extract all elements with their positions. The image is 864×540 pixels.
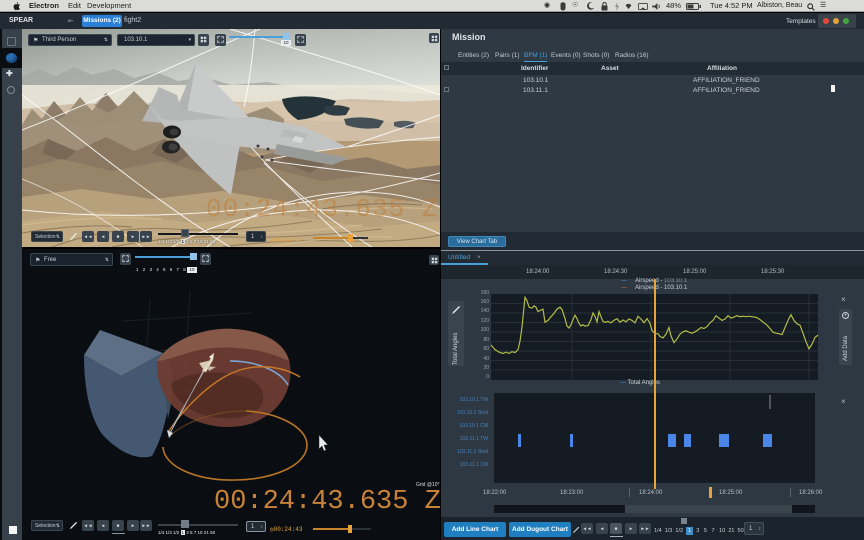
svg-text:00:24:43.635 Z: 00:24:43.635 Z	[206, 194, 438, 224]
svg-text:00:24:43.635 Z: 00:24:43.635 Z	[214, 487, 440, 517]
